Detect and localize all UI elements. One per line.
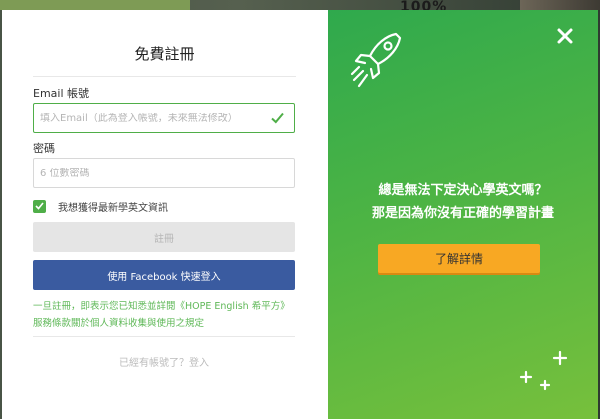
register-button[interactable]: 註冊 xyxy=(33,222,295,252)
modal-title: 免費註冊 xyxy=(134,45,195,63)
signup-form-panel: 免費註冊 Email 帳號 密碼 我想獲得最新學英文資訊 註冊 使用 Faceb… xyxy=(2,10,328,419)
checkbox-check-icon xyxy=(35,202,44,210)
signup-modal: 免費註冊 Email 帳號 密碼 我想獲得最新學英文資訊 註冊 使用 Faceb… xyxy=(2,10,598,419)
password-field[interactable] xyxy=(40,167,265,179)
newsletter-option: 我想獲得最新學英文資訊 xyxy=(33,198,296,214)
background-text: 100% xyxy=(400,0,448,10)
promo-panel: 總是無法下定決心學英文嗎？ 那是因為你沒有正確的學習計畫 了解詳情 xyxy=(328,10,598,419)
newsletter-label: 我想獲得最新學英文資訊 xyxy=(58,202,168,214)
password-field-wrapper xyxy=(33,158,295,188)
login-prompt-text: 已經有帳號了？ xyxy=(119,358,189,369)
email-field[interactable] xyxy=(40,112,265,124)
email-field-wrapper xyxy=(33,103,295,133)
check-icon xyxy=(271,112,284,124)
facebook-login-button[interactable]: 使用 Facebook 快速登入 xyxy=(33,260,295,290)
promo-subheadline: 那是因為你沒有正確的學習計畫 xyxy=(371,206,554,221)
footer-divider xyxy=(33,336,295,337)
email-label: Email 帳號 xyxy=(33,87,90,100)
login-link[interactable]: 登入 xyxy=(189,358,209,369)
newsletter-checkbox[interactable] xyxy=(33,199,46,213)
rocket-icon xyxy=(350,32,402,88)
close-icon[interactable] xyxy=(556,27,574,45)
sparkle-icon xyxy=(519,350,568,391)
title-divider xyxy=(33,76,296,77)
learn-more-button[interactable]: 了解詳情 xyxy=(378,244,540,273)
terms-notice[interactable]: 一旦註冊，即表示您已知悉並詳閱《HOPE English 希平方》服務條款關於個… xyxy=(33,298,295,332)
promo-headline: 總是無法下定決心學英文嗎？ xyxy=(378,183,548,198)
background-image xyxy=(520,0,600,10)
background-bar xyxy=(0,0,190,10)
password-label: 密碼 xyxy=(33,142,55,155)
login-prompt-row: 已經有帳號了？登入 xyxy=(33,354,295,369)
